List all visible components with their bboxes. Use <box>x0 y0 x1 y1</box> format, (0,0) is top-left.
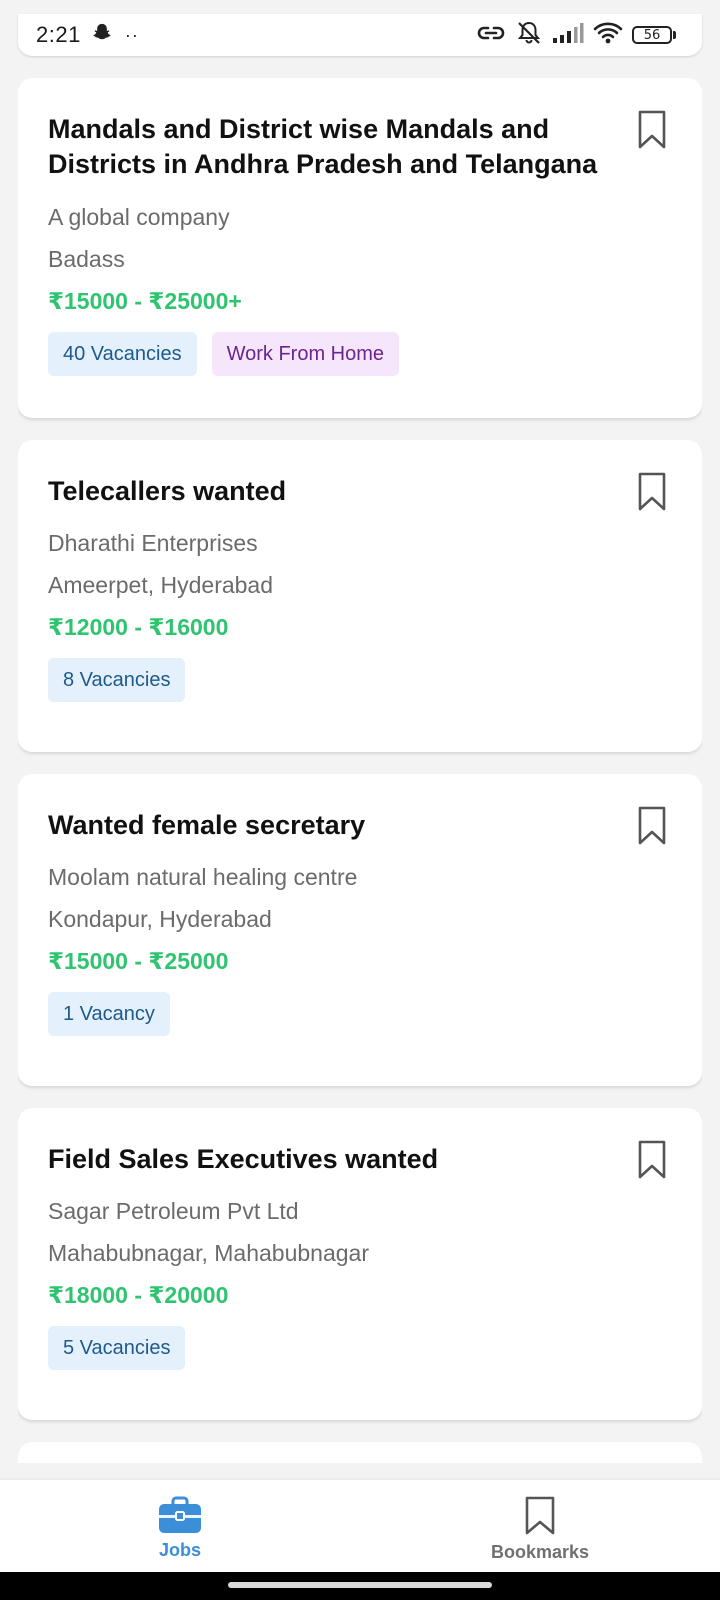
job-list[interactable]: Mandals and District wise Mandals and Di… <box>18 78 702 1463</box>
bookmark-icon <box>638 110 666 149</box>
bell-off-icon <box>515 20 543 51</box>
bookmark-button[interactable] <box>636 109 668 151</box>
vacancies-tag: 8 Vacancies <box>48 658 186 702</box>
job-card[interactable]: Mandals and District wise Mandals and Di… <box>18 78 702 418</box>
job-card[interactable]: Wanted female secretary Moolam natural h… <box>18 774 702 1086</box>
bookmark-icon <box>638 472 666 511</box>
bookmark-button[interactable] <box>636 805 668 847</box>
snapchat-icon <box>91 22 113 49</box>
job-location: Kondapur, Hyderabad <box>48 906 272 932</box>
job-title: Wanted female secretary <box>48 810 366 840</box>
vacancies-tag: 40 Vacancies <box>48 332 197 376</box>
nav-bookmarks-label: Bookmarks <box>490 1542 590 1562</box>
status-dots: ·· <box>124 24 139 45</box>
bookmark-button[interactable] <box>636 1139 668 1181</box>
battery-tip <box>673 31 676 39</box>
status-time: 2:21 <box>36 22 81 47</box>
bookmark-button[interactable] <box>636 471 668 513</box>
signal-icon <box>552 22 584 49</box>
bookmark-icon <box>525 1496 555 1535</box>
job-card[interactable]: Field Sales Executives wanted Sagar Petr… <box>18 1108 702 1420</box>
job-card[interactable]: Telecallers wanted Dharathi Enterprises … <box>18 440 702 752</box>
tag-row: 8 Vacancies <box>48 658 673 702</box>
company-name: Dharathi Enterprises <box>48 530 258 556</box>
vacancies-tag: 5 Vacancies <box>48 1326 186 1370</box>
bookmark-icon <box>638 1140 666 1179</box>
bookmark-icon <box>638 806 666 845</box>
battery-level: 56 <box>632 26 672 44</box>
job-location: Mahabubnagar, Mahabubnagar <box>48 1240 369 1266</box>
salary-range: ₹15000 - ₹25000+ <box>48 288 242 314</box>
briefcase-icon <box>159 1496 201 1533</box>
nav-jobs-label: Jobs <box>158 1540 201 1560</box>
bottom-navigation: Jobs Bookmarks <box>0 1480 720 1572</box>
company-name: Moolam natural healing centre <box>48 864 358 890</box>
tag-row: 1 Vacancy <box>48 992 673 1036</box>
work-from-home-tag: Work From Home <box>211 332 400 376</box>
nav-bookmarks[interactable]: Bookmarks <box>360 1480 720 1572</box>
salary-range: ₹15000 - ₹25000 <box>48 948 229 974</box>
wifi-icon <box>593 21 623 50</box>
tag-row: 40 Vacancies Work From Home <box>48 332 673 376</box>
home-gesture-pill[interactable] <box>228 1582 492 1588</box>
status-left: 2:21 ·· <box>36 22 139 49</box>
tag-row: 5 Vacancies <box>48 1326 673 1370</box>
status-right: 56 <box>476 20 676 51</box>
job-location: Badass <box>48 246 125 272</box>
battery-icon: 56 <box>632 26 676 44</box>
job-title: Telecallers wanted <box>48 476 287 506</box>
job-title: Mandals and District wise Mandals and Di… <box>48 114 598 179</box>
nav-jobs[interactable]: Jobs <box>0 1480 360 1572</box>
company-name: Sagar Petroleum Pvt Ltd <box>48 1198 299 1224</box>
job-title: Field Sales Executives wanted <box>48 1144 439 1174</box>
salary-range: ₹18000 - ₹20000 <box>48 1282 229 1308</box>
job-card-partial[interactable] <box>18 1442 702 1463</box>
status-bar: 2:21 ·· 56 <box>18 14 702 56</box>
company-name: A global company <box>48 204 230 230</box>
job-location: Ameerpet, Hyderabad <box>48 572 274 598</box>
salary-range: ₹12000 - ₹16000 <box>48 614 229 640</box>
vacancies-tag: 1 Vacancy <box>48 992 170 1036</box>
link-icon <box>476 22 506 49</box>
gesture-bar-area <box>0 1572 720 1600</box>
